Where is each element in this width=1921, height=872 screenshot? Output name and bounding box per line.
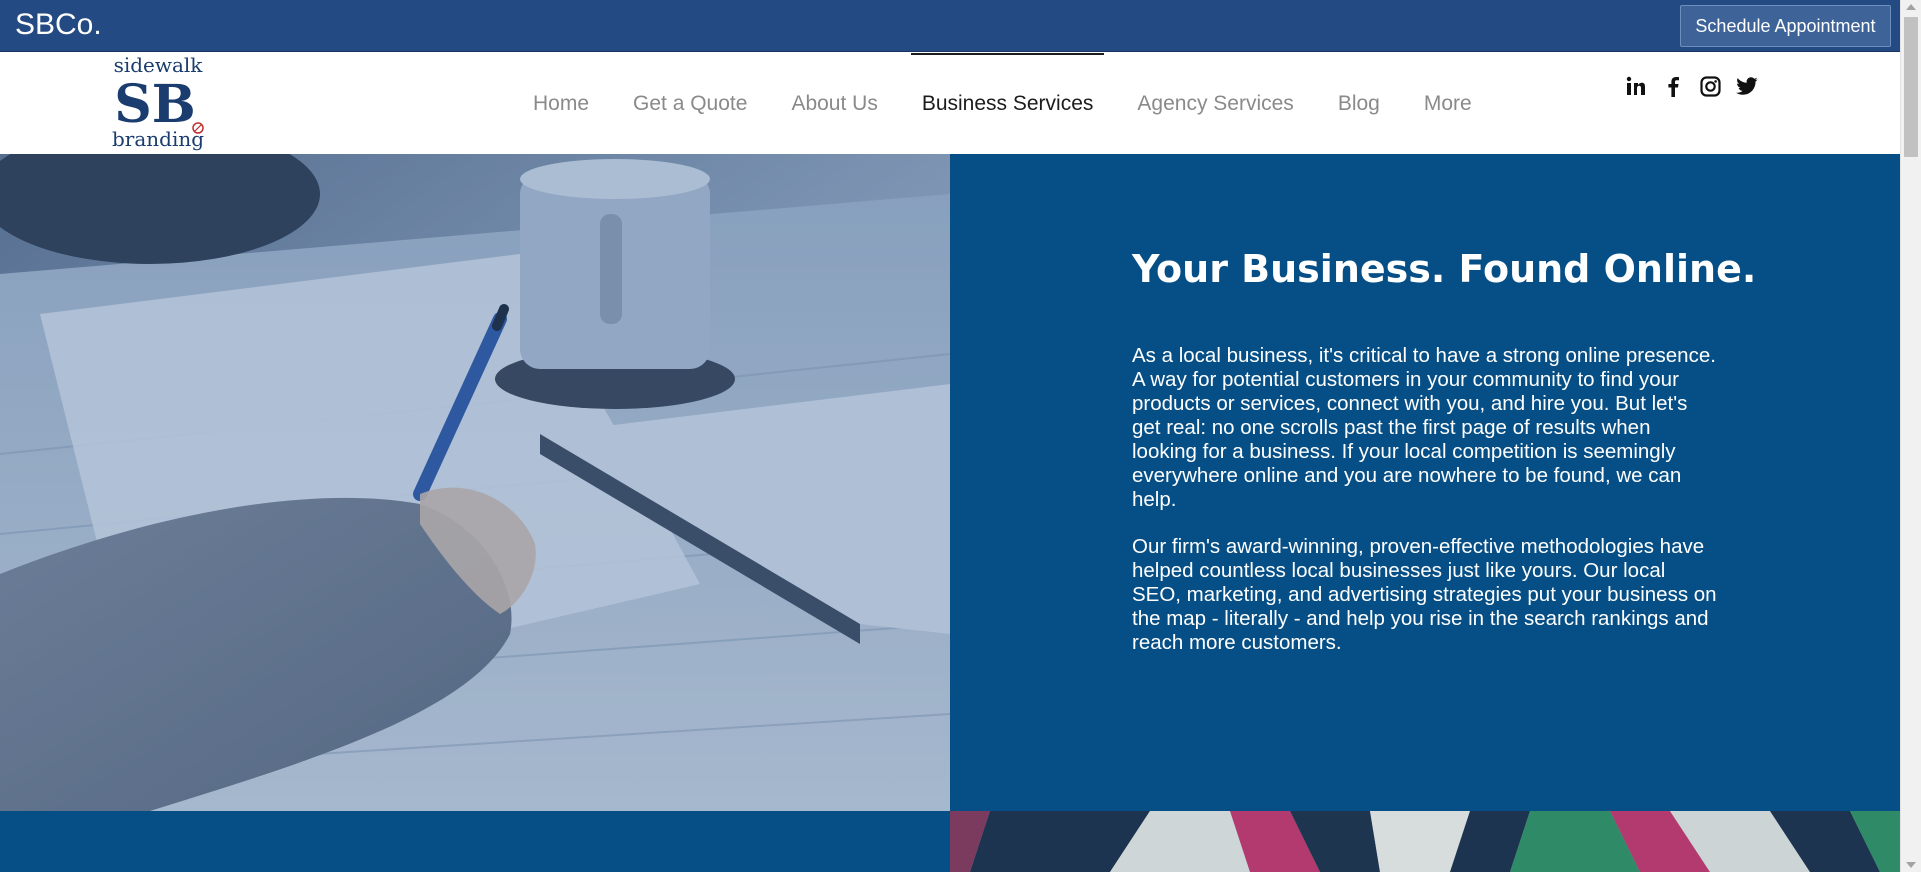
brand-name[interactable]: SBCo.	[15, 8, 102, 42]
top-bar: SBCo. Schedule Appointment	[0, 0, 1900, 52]
hero-image	[0, 154, 950, 811]
main-nav: Home Get a Quote About Us Business Servi…	[522, 53, 1505, 154]
hero-paragraph-1: As a local business, it's critical to ha…	[1132, 344, 1716, 511]
nav-item-blog[interactable]: Blog	[1327, 53, 1391, 154]
scroll-down-arrow-icon[interactable]	[1906, 862, 1916, 868]
instagram-icon[interactable]	[1698, 74, 1722, 98]
nav-item-get-a-quote[interactable]: Get a Quote	[622, 53, 758, 154]
social-links	[1624, 74, 1759, 98]
svg-text:branding: branding	[112, 127, 204, 151]
svg-text:SB: SB	[114, 74, 196, 135]
twitter-icon[interactable]	[1735, 74, 1759, 98]
hero-title: Your Business. Found Online.	[1132, 247, 1757, 291]
nav-item-more[interactable]: More	[1413, 53, 1483, 154]
hero-paragraph-2: Our firm's award-winning, proven-effecti…	[1132, 535, 1717, 654]
linkedin-icon[interactable]	[1624, 74, 1648, 98]
nav-item-agency-services[interactable]: Agency Services	[1126, 53, 1304, 154]
page-scrollbar[interactable]	[1900, 0, 1921, 872]
nav-item-home[interactable]: Home	[522, 53, 600, 154]
dartboard-image	[950, 811, 1900, 872]
site-logo[interactable]: sidewalk SB branding	[108, 53, 208, 151]
hero-text-panel: Your Business. Found Online. As a local …	[950, 154, 1900, 811]
scroll-thumb[interactable]	[1904, 17, 1918, 157]
logo-graphic: sidewalk SB branding	[112, 53, 204, 151]
nav-item-about-us[interactable]: About Us	[780, 53, 888, 154]
nav-item-business-services[interactable]: Business Services	[910, 53, 1105, 154]
facebook-icon[interactable]	[1661, 74, 1685, 98]
site-header: sidewalk SB branding Home Get a Quote Ab…	[0, 53, 1900, 154]
schedule-appointment-button[interactable]: Schedule Appointment	[1680, 5, 1891, 47]
scroll-up-arrow-icon[interactable]	[1906, 4, 1916, 10]
next-section-panel	[0, 811, 950, 872]
dartboard-graphic	[950, 811, 1900, 872]
desk-writing-photo	[0, 154, 950, 811]
